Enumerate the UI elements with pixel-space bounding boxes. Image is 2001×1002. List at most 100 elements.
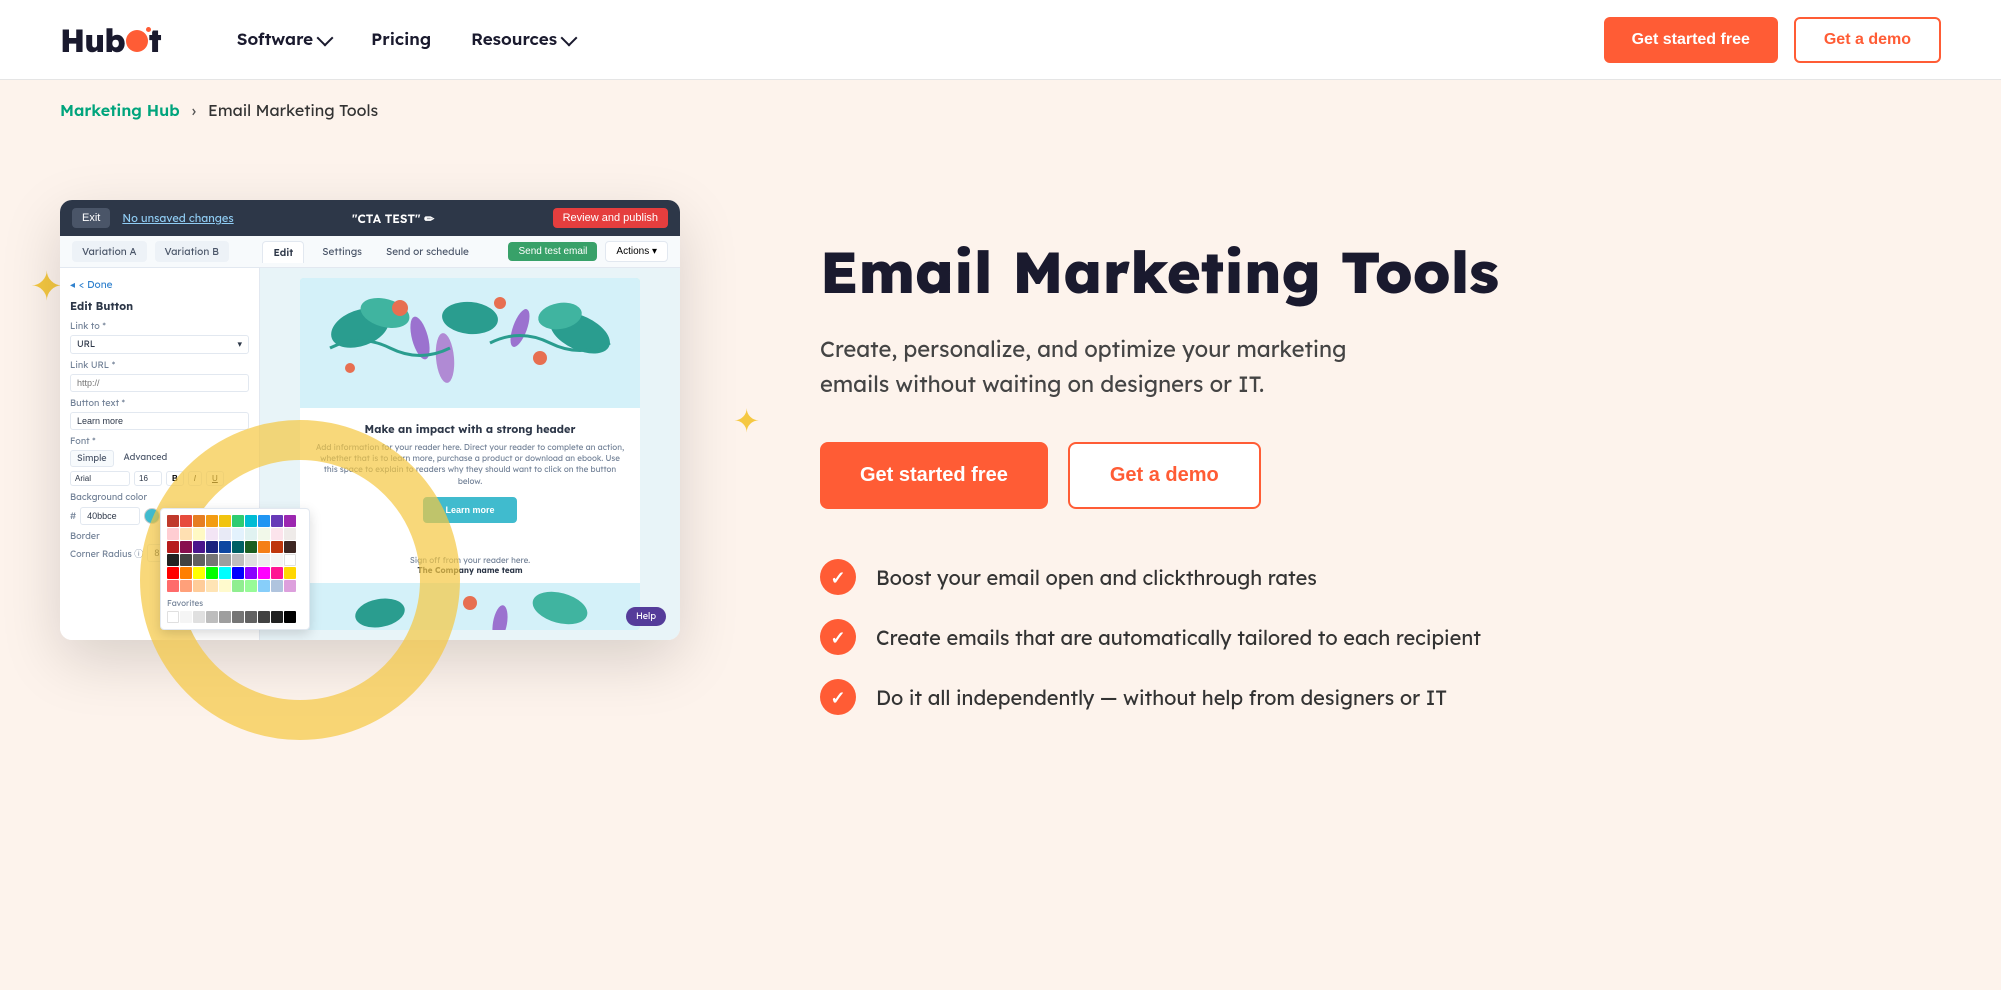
ss-variation-b-tab[interactable]: Variation B	[155, 241, 229, 262]
color-cell[interactable]	[271, 515, 283, 527]
color-cell[interactable]	[271, 567, 283, 579]
color-cell[interactable]	[284, 567, 296, 579]
color-cell[interactable]	[180, 515, 192, 527]
color-cell[interactable]	[193, 528, 205, 540]
color-cell[interactable]	[232, 515, 244, 527]
color-cell[interactable]	[232, 528, 244, 540]
fav-color-cell[interactable]	[232, 611, 244, 623]
fav-color-cell[interactable]	[271, 611, 283, 623]
fav-color-cell[interactable]	[245, 611, 257, 623]
color-cell[interactable]	[193, 580, 205, 592]
color-cell[interactable]	[206, 554, 218, 566]
ss-exit-button[interactable]: Exit	[72, 208, 110, 228]
ss-variation-a-tab[interactable]: Variation A	[72, 241, 147, 262]
nav-get-started-button[interactable]: Get started free	[1604, 17, 1778, 63]
fav-color-cell[interactable]	[219, 611, 231, 623]
color-cell[interactable]	[245, 554, 257, 566]
color-cell[interactable]	[258, 528, 270, 540]
fav-color-cell[interactable]	[193, 611, 205, 623]
ss-settings-tab[interactable]: Settings	[316, 241, 368, 263]
color-cell[interactable]	[258, 541, 270, 553]
ss-done-link[interactable]: ◂ < Done	[70, 278, 249, 291]
color-cell[interactable]	[271, 554, 283, 566]
color-cell[interactable]	[167, 580, 179, 592]
color-cell[interactable]	[284, 580, 296, 592]
color-cell[interactable]	[284, 541, 296, 553]
color-cell[interactable]	[245, 528, 257, 540]
color-cell[interactable]	[180, 528, 192, 540]
hero-get-started-button[interactable]: Get started free	[820, 442, 1048, 509]
nav-get-demo-button[interactable]: Get a demo	[1794, 17, 1941, 63]
color-cell[interactable]	[167, 515, 179, 527]
color-cell[interactable]	[245, 515, 257, 527]
color-cell[interactable]	[219, 567, 231, 579]
color-cell[interactable]	[206, 515, 218, 527]
fav-color-cell[interactable]	[167, 611, 179, 623]
color-cell[interactable]	[271, 580, 283, 592]
breadcrumb-parent-link[interactable]: Marketing Hub	[60, 100, 180, 120]
color-cell[interactable]	[193, 554, 205, 566]
nav-resources[interactable]: Resources	[455, 21, 591, 58]
ss-color-grid	[167, 515, 303, 592]
ss-font-family-input[interactable]	[70, 471, 130, 486]
ss-unsaved-changes[interactable]: No unsaved changes	[122, 211, 233, 225]
color-cell[interactable]	[232, 567, 244, 579]
color-cell[interactable]	[180, 580, 192, 592]
nav-pricing[interactable]: Pricing	[355, 21, 447, 58]
color-cell[interactable]	[193, 541, 205, 553]
fav-color-cell[interactable]	[258, 611, 270, 623]
color-cell[interactable]	[167, 528, 179, 540]
ss-bg-color-input[interactable]	[80, 507, 140, 525]
ss-send-tab[interactable]: Send or schedule	[380, 241, 475, 263]
color-cell[interactable]	[284, 515, 296, 527]
ss-link-to-dropdown[interactable]: URL ▾	[70, 335, 249, 354]
ss-link-url-input[interactable]	[70, 374, 249, 392]
color-cell[interactable]	[245, 567, 257, 579]
color-cell[interactable]	[232, 580, 244, 592]
color-cell[interactable]	[206, 580, 218, 592]
fav-color-cell[interactable]	[180, 611, 192, 623]
color-cell[interactable]	[219, 528, 231, 540]
color-cell[interactable]	[180, 541, 192, 553]
color-cell[interactable]	[271, 528, 283, 540]
color-cell[interactable]	[245, 580, 257, 592]
color-cell[interactable]	[206, 567, 218, 579]
color-cell[interactable]	[258, 554, 270, 566]
color-cell[interactable]	[206, 528, 218, 540]
color-cell[interactable]	[219, 515, 231, 527]
ss-edit-tab[interactable]: Edit	[262, 241, 304, 263]
fav-color-cell[interactable]	[284, 611, 296, 623]
ss-publish-button[interactable]: Review and publish	[553, 208, 668, 228]
color-cell[interactable]	[167, 554, 179, 566]
ss-font-simple-tab[interactable]: Simple	[70, 450, 114, 467]
color-cell[interactable]	[219, 554, 231, 566]
ss-help-button[interactable]: Help	[626, 607, 666, 626]
color-cell[interactable]	[219, 580, 231, 592]
ss-font-size-input[interactable]	[134, 471, 162, 486]
color-cell[interactable]	[193, 567, 205, 579]
color-cell[interactable]	[219, 541, 231, 553]
color-cell[interactable]	[180, 554, 192, 566]
color-cell[interactable]	[232, 554, 244, 566]
color-cell[interactable]	[167, 541, 179, 553]
color-cell[interactable]	[258, 567, 270, 579]
color-cell[interactable]	[284, 528, 296, 540]
ss-button-text-input[interactable]	[70, 412, 249, 430]
color-cell[interactable]	[232, 541, 244, 553]
ss-send-test-button[interactable]: Send test email	[508, 242, 597, 261]
color-cell[interactable]	[245, 541, 257, 553]
color-cell[interactable]	[271, 541, 283, 553]
color-cell[interactable]	[258, 515, 270, 527]
hero-get-demo-button[interactable]: Get a demo	[1068, 442, 1261, 509]
color-cell[interactable]	[180, 567, 192, 579]
logo[interactable]: Hub t	[60, 20, 161, 60]
color-cell[interactable]	[206, 541, 218, 553]
color-cell[interactable]	[193, 515, 205, 527]
color-cell[interactable]	[167, 567, 179, 579]
ss-actions-button[interactable]: Actions ▾	[605, 241, 668, 262]
color-cell[interactable]	[284, 554, 296, 566]
ss-font-advanced-tab[interactable]: Advanced	[118, 450, 174, 467]
fav-color-cell[interactable]	[206, 611, 218, 623]
color-cell[interactable]	[258, 580, 270, 592]
nav-software[interactable]: Software	[221, 21, 347, 58]
